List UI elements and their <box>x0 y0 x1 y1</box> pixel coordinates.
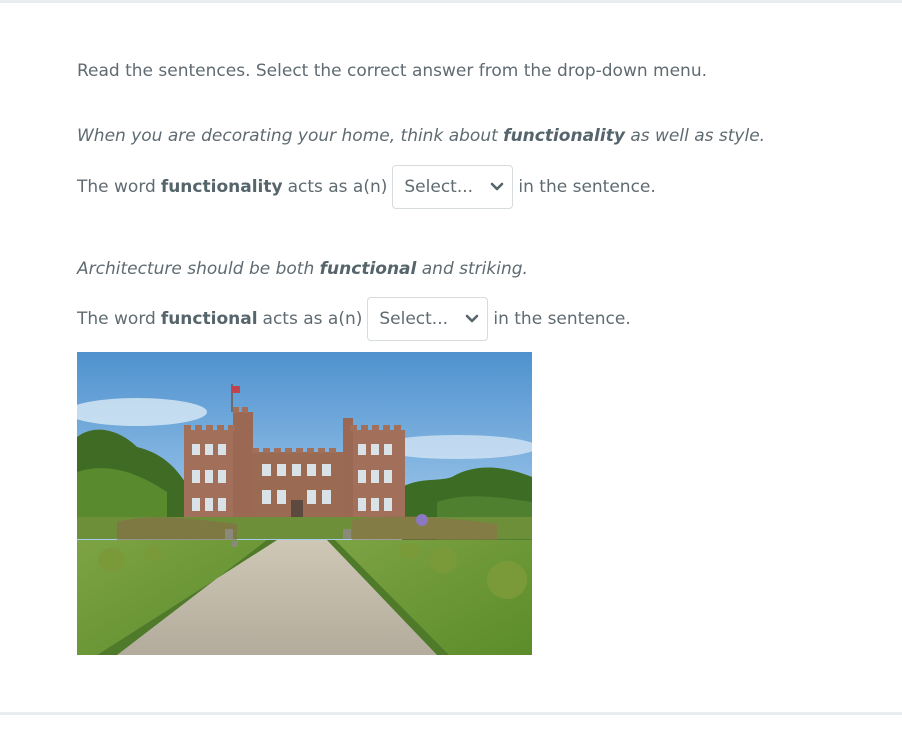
answer-select-2-value: Select... <box>379 309 449 329</box>
question-2-post: in the sentence. <box>493 309 631 329</box>
answer-select-1-value: Select... <box>404 177 474 197</box>
question-2: The word functional acts as a(n) Select.… <box>77 297 631 341</box>
sentence-2-bold: functional <box>319 259 417 279</box>
question-card: Read the sentences. Select the correct a… <box>0 3 902 712</box>
chevron-down-icon <box>490 182 504 192</box>
question-1-pre: The word <box>77 177 156 197</box>
chevron-down-icon <box>465 314 479 324</box>
question-2-mid: acts as a(n) <box>262 309 363 329</box>
question-1-word: functionality <box>160 177 283 197</box>
question-1: The word functionality acts as a(n) Sele… <box>77 165 656 209</box>
question-2-pre: The word <box>77 309 156 329</box>
example-sentence-1: When you are decorating your home, think… <box>77 124 765 148</box>
castle-photo <box>77 352 532 655</box>
sentence-1-pre: When you are decorating your home, think… <box>77 126 504 146</box>
question-1-post: in the sentence. <box>518 177 656 197</box>
instructions-text: Read the sentences. Select the correct a… <box>77 61 708 81</box>
answer-select-2[interactable]: Select... <box>367 297 489 341</box>
answer-select-1[interactable]: Select... <box>392 165 514 209</box>
bottom-divider <box>0 712 902 715</box>
example-sentence-2: Architecture should be both functional a… <box>77 257 528 281</box>
sentence-2-pre: Architecture should be both <box>77 259 320 279</box>
sentence-1-bold: functionality <box>503 126 625 146</box>
sentence-1-post: as well as style. <box>624 126 766 146</box>
sentence-2-post: and striking. <box>416 259 528 279</box>
question-1-mid: acts as a(n) <box>287 177 388 197</box>
question-2-word: functional <box>160 309 258 329</box>
